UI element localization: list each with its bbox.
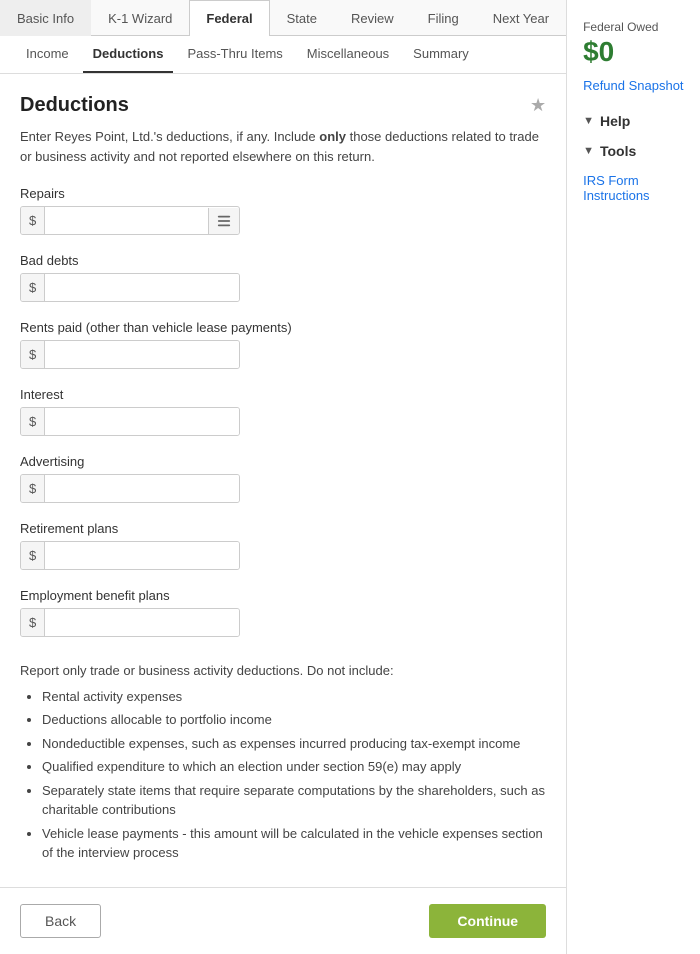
rents-paid-input[interactable] xyxy=(45,341,239,368)
advertising-input[interactable] xyxy=(45,475,239,502)
tools-chevron-icon: ▼ xyxy=(583,145,594,157)
back-button[interactable]: Back xyxy=(20,904,101,938)
refund-snapshot-link[interactable]: Refund Snapshot xyxy=(583,78,684,93)
notes-list: Rental activity expenses Deductions allo… xyxy=(20,687,546,863)
advertising-field-group: Advertising $ xyxy=(20,454,546,503)
bookmark-icon[interactable]: ★ xyxy=(530,95,546,116)
sub-tab-pass-thru[interactable]: Pass-Thru Items xyxy=(177,36,292,73)
sub-tab-bar: Income Deductions Pass-Thru Items Miscel… xyxy=(0,36,566,74)
notes-item-1: Deductions allocable to portfolio income xyxy=(42,710,546,730)
tab-review[interactable]: Review xyxy=(334,0,411,36)
sidebar: Federal Owed $0 Refund Snapshot ▼ Help ▼… xyxy=(567,0,700,954)
tab-federal[interactable]: Federal xyxy=(189,0,269,36)
employment-benefit-plans-prefix: $ xyxy=(21,609,45,636)
rents-paid-input-wrapper: $ xyxy=(20,340,240,369)
tools-label: Tools xyxy=(600,143,636,159)
employment-benefit-plans-input-wrapper: $ xyxy=(20,608,240,637)
employment-benefit-plans-input[interactable] xyxy=(45,609,239,636)
tab-state[interactable]: State xyxy=(270,0,334,36)
tab-next-year[interactable]: Next Year xyxy=(476,0,566,36)
tools-section: ▼ Tools xyxy=(583,143,684,159)
retirement-plans-field-group: Retirement plans $ xyxy=(20,521,546,570)
advertising-prefix: $ xyxy=(21,475,45,502)
notes-item-5: Vehicle lease payments - this amount wil… xyxy=(42,824,546,863)
advertising-label: Advertising xyxy=(20,454,546,469)
employment-benefit-plans-label: Employment benefit plans xyxy=(20,588,546,603)
notes-item-2: Nondeductible expenses, such as expenses… xyxy=(42,734,546,754)
help-chevron-icon: ▼ xyxy=(583,115,594,127)
sub-tab-deductions[interactable]: Deductions xyxy=(83,36,174,73)
rents-paid-label: Rents paid (other than vehicle lease pay… xyxy=(20,320,546,335)
notes-intro: Report only trade or business activity d… xyxy=(20,663,394,678)
employment-benefit-plans-field-group: Employment benefit plans $ xyxy=(20,588,546,637)
tools-header[interactable]: ▼ Tools xyxy=(583,143,684,159)
help-header[interactable]: ▼ Help xyxy=(583,113,684,129)
federal-owed-label: Federal Owed xyxy=(583,20,684,34)
repairs-list-icon-btn[interactable] xyxy=(208,208,239,234)
bad-debts-label: Bad debts xyxy=(20,253,546,268)
irs-form-instructions-link[interactable]: IRS Form Instructions xyxy=(583,173,684,203)
repairs-label: Repairs xyxy=(20,186,546,201)
notes-item-4: Separately state items that require sepa… xyxy=(42,781,546,820)
bad-debts-prefix: $ xyxy=(21,274,45,301)
sub-tab-income[interactable]: Income xyxy=(16,36,79,73)
interest-label: Interest xyxy=(20,387,546,402)
retirement-plans-prefix: $ xyxy=(21,542,45,569)
tab-k1-wizard[interactable]: K-1 Wizard xyxy=(91,0,189,36)
rents-paid-prefix: $ xyxy=(21,341,45,368)
sub-tab-summary[interactable]: Summary xyxy=(403,36,479,73)
repairs-prefix: $ xyxy=(21,207,45,234)
retirement-plans-label: Retirement plans xyxy=(20,521,546,536)
description: Enter Reyes Point, Ltd.'s deductions, if… xyxy=(20,127,546,166)
notes-item-3: Qualified expenditure to which an electi… xyxy=(42,757,546,777)
interest-prefix: $ xyxy=(21,408,45,435)
footer-buttons: Back Continue xyxy=(0,887,566,954)
main-content: Deductions ★ Enter Reyes Point, Ltd.'s d… xyxy=(0,74,566,887)
interest-input[interactable] xyxy=(45,408,239,435)
advertising-input-wrapper: $ xyxy=(20,474,240,503)
tab-basic-info[interactable]: Basic Info xyxy=(0,0,91,36)
interest-input-wrapper: $ xyxy=(20,407,240,436)
interest-field-group: Interest $ xyxy=(20,387,546,436)
tab-filing[interactable]: Filing xyxy=(411,0,476,36)
repairs-input[interactable] xyxy=(45,207,208,234)
top-tab-bar: Basic Info K-1 Wizard Federal State Revi… xyxy=(0,0,566,36)
retirement-plans-input-wrapper: $ xyxy=(20,541,240,570)
continue-button[interactable]: Continue xyxy=(429,904,546,938)
federal-owed-amount: $0 xyxy=(583,36,684,68)
repairs-input-wrapper: $ xyxy=(20,206,240,235)
sub-tab-misc[interactable]: Miscellaneous xyxy=(297,36,399,73)
bad-debts-input[interactable] xyxy=(45,274,239,301)
notes-section: Report only trade or business activity d… xyxy=(20,661,546,863)
bad-debts-input-wrapper: $ xyxy=(20,273,240,302)
retirement-plans-input[interactable] xyxy=(45,542,239,569)
notes-item-0: Rental activity expenses xyxy=(42,687,546,707)
repairs-field-group: Repairs $ xyxy=(20,186,546,235)
rents-paid-field-group: Rents paid (other than vehicle lease pay… xyxy=(20,320,546,369)
page-title: Deductions xyxy=(20,94,129,117)
help-label: Help xyxy=(600,113,630,129)
help-section: ▼ Help xyxy=(583,113,684,129)
bad-debts-field-group: Bad debts $ xyxy=(20,253,546,302)
